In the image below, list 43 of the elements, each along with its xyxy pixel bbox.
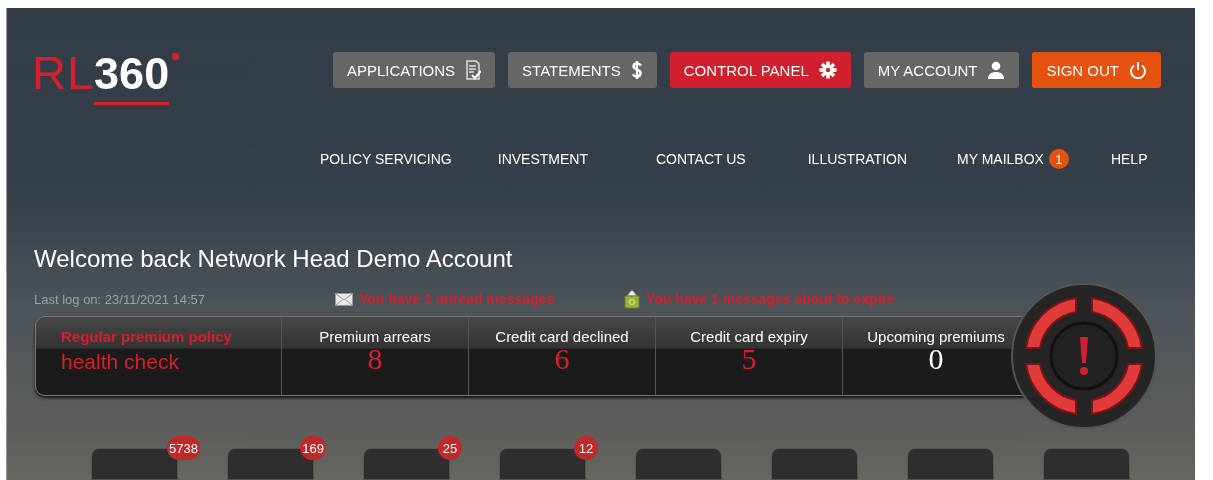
welcome-heading: Welcome back Network Head Demo Account (34, 245, 514, 273)
count-badge: 5738 (167, 436, 200, 460)
alert-dial-icon[interactable] (1010, 282, 1158, 430)
tile-tab[interactable] (1043, 448, 1130, 480)
nav-button[interactable]: APPLICATIONS (333, 52, 496, 88)
menu-link[interactable]: MY MAILBOX 1 (957, 149, 1069, 169)
stat-value[interactable]: 6 (554, 345, 570, 373)
stat-label: Upcoming premiums (867, 328, 1005, 345)
nav-button[interactable]: MY ACCOUNT (863, 52, 1020, 88)
menu-link[interactable]: CONTACT US (656, 149, 746, 169)
stat-label: Credit card declined (495, 328, 629, 345)
tile-tab[interactable] (635, 448, 722, 480)
person-icon (987, 61, 1006, 79)
stat-value[interactable]: 8 (367, 345, 383, 373)
settings-icon (818, 61, 837, 79)
logo-text: 360 (94, 50, 170, 105)
nav-button[interactable]: STATEMENTS (508, 52, 657, 88)
stat-label: Premium arrears (319, 328, 431, 345)
health-title: Regular premium policy (61, 328, 232, 345)
count-badge: 25 (438, 436, 462, 460)
count-badge: 12 (574, 436, 598, 460)
stat-value[interactable]: 0 (928, 345, 944, 373)
last-log-text: Last log on: 23/11/2021 14:57 (34, 291, 207, 307)
count-badge: 169 (300, 436, 326, 460)
envelope-icon (335, 292, 353, 306)
menu-link[interactable]: POLICY SERVICING (320, 149, 452, 169)
tile-tab[interactable] (907, 448, 994, 480)
menu-link[interactable]: INVESTMENT (497, 149, 588, 169)
document-check-icon (465, 60, 482, 80)
nav-button[interactable]: SIGN OUT (1032, 52, 1161, 88)
dollar-icon (630, 60, 643, 80)
stat-label: Credit card expiry (690, 328, 808, 345)
stat-value[interactable]: 5 (741, 345, 757, 373)
count-badge: 1 (1048, 149, 1069, 169)
logo-text: RL (32, 49, 95, 97)
tile-tab[interactable] (771, 448, 858, 480)
menu-link[interactable]: ILLUSTRATION (807, 149, 907, 169)
bin-icon (624, 289, 641, 309)
logo-dot-icon (172, 53, 180, 60)
nav-button[interactable]: CONTROL PANEL (669, 52, 851, 88)
menu-link[interactable]: HELP (1110, 149, 1148, 169)
power-icon (1129, 61, 1147, 79)
health-subtitle: health check (61, 350, 179, 374)
